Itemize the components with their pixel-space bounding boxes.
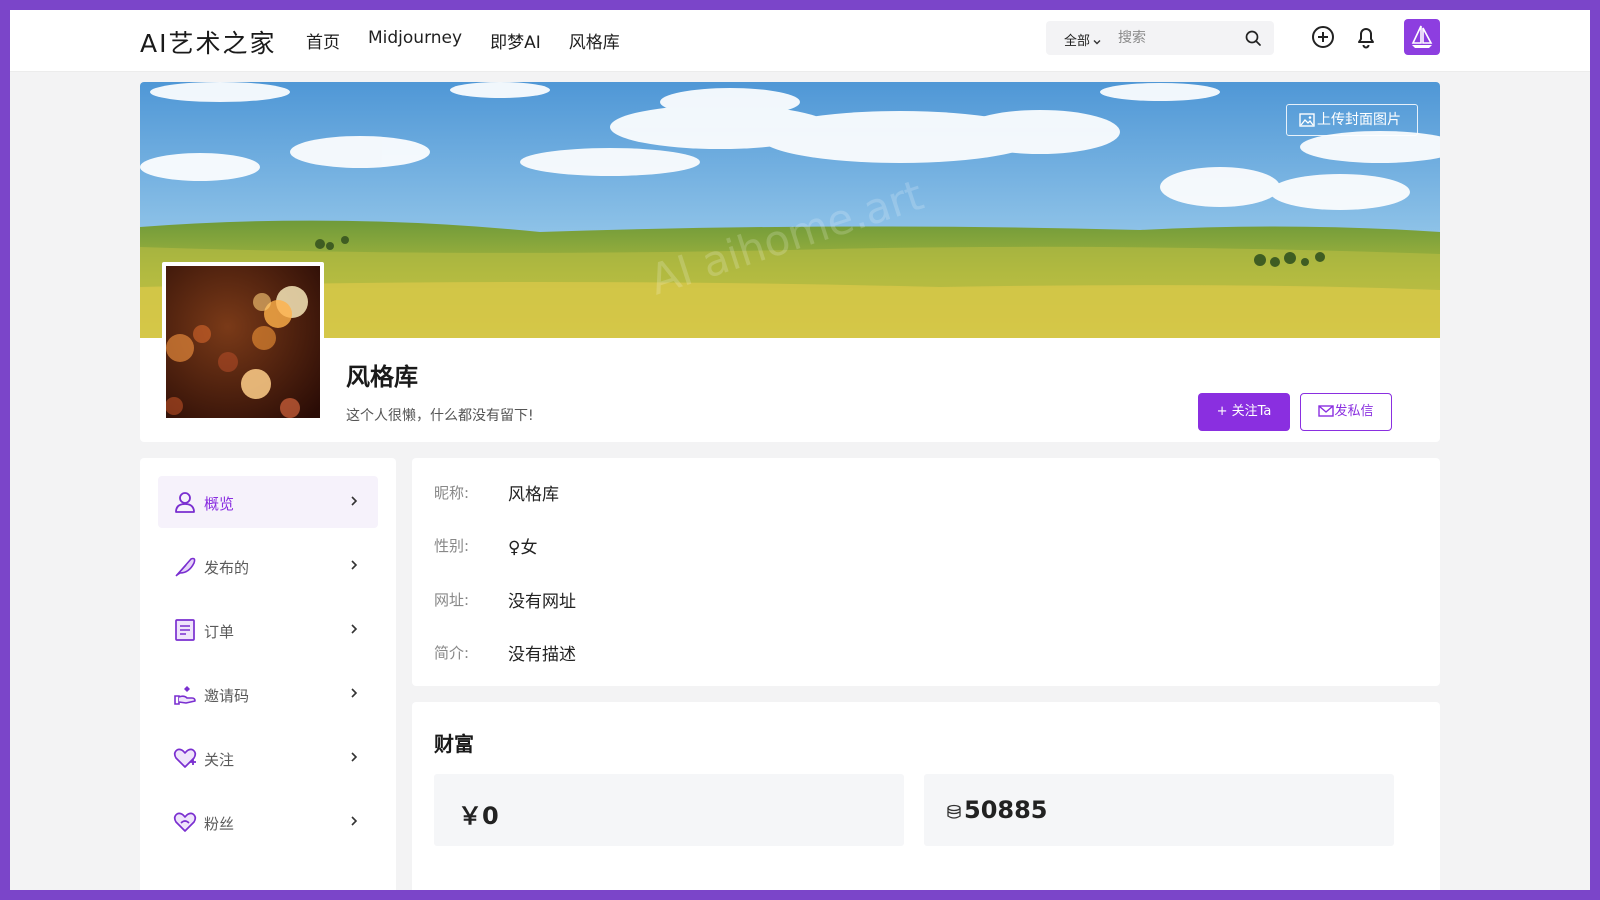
- upload-cover-button[interactable]: 上传封面图片: [1286, 104, 1418, 136]
- mail-icon: [1318, 405, 1335, 417]
- website-value: 没有网址: [508, 592, 576, 612]
- bell-icon[interactable]: [1353, 24, 1379, 54]
- chevron-right-icon: [351, 752, 358, 762]
- profile-avatar[interactable]: [162, 262, 324, 422]
- money-balance: ￥0: [458, 802, 499, 830]
- feather-icon: [175, 557, 196, 577]
- search-box: 全部: [1046, 21, 1274, 55]
- profile-card: AI aihome.art 上传封面图片 风格库 这个人很懒，什么都没有留下! …: [140, 82, 1440, 442]
- profile-bio: 这个人很懒，什么都没有留下!: [346, 408, 534, 424]
- chevron-down-icon: [1093, 39, 1101, 44]
- user-icon: [175, 492, 195, 513]
- website-label: 网址:: [434, 591, 470, 609]
- profile-sidebar: 概览 发布的 订单 邀请码 关注 粉丝: [140, 458, 396, 890]
- sidebar-item-label: 邀请码: [204, 687, 250, 705]
- sidebar-item-published[interactable]: 发布的: [158, 540, 378, 592]
- sidebar-item-overview[interactable]: 概览: [158, 476, 378, 528]
- order-icon: [175, 619, 195, 641]
- sidebar-item-label: 粉丝: [204, 815, 235, 833]
- avatar-image: [165, 266, 320, 418]
- add-icon[interactable]: [1310, 24, 1336, 54]
- send-message-button[interactable]: 发私信: [1300, 393, 1392, 431]
- nav-item-midjourney[interactable]: Midjourney: [368, 28, 462, 53]
- sidebar-item-label: 订单: [204, 623, 235, 641]
- wealth-panel: 财富 ￥0 50885: [412, 702, 1440, 890]
- profile-info-panel: 昵称: 风格库 性别: ♀女 网址: 没有网址 简介: 没有描述: [412, 458, 1440, 686]
- app-frame: AI艺术之家 首页 Midjourney 即梦AI 风格库 全部 搜索 AI a…: [10, 10, 1590, 890]
- heart-users-icon: [173, 812, 197, 832]
- nav-item-home[interactable]: 首页: [306, 28, 340, 53]
- top-bar: AI艺术之家 首页 Midjourney 即梦AI 风格库 全部: [10, 10, 1590, 72]
- follow-button[interactable]: + 关注Ta: [1198, 393, 1290, 431]
- cover-image: AI aihome.art: [140, 82, 1440, 338]
- coin-balance: 50885: [964, 796, 1048, 824]
- intro-label: 简介:: [434, 644, 470, 662]
- sidebar-item-invite-code[interactable]: 邀请码: [158, 668, 378, 720]
- chevron-right-icon: [351, 496, 358, 506]
- sidebar-item-label: 发布的: [204, 559, 250, 577]
- chevron-right-icon: [351, 688, 358, 698]
- nickname-value: 风格库: [508, 485, 559, 505]
- sailboat-logo-icon: [1411, 25, 1433, 48]
- coin-balance-card: 50885: [924, 774, 1394, 846]
- nickname-label: 昵称:: [434, 484, 470, 502]
- sidebar-item-orders[interactable]: 订单: [158, 604, 378, 656]
- main-nav: 首页 Midjourney 即梦AI 风格库: [306, 28, 620, 53]
- sidebar-item-fans[interactable]: 粉丝: [158, 796, 378, 848]
- nav-item-style-library[interactable]: 风格库: [569, 28, 620, 53]
- money-balance-card: ￥0: [434, 774, 904, 846]
- search-scope-select[interactable]: 全部: [1064, 30, 1102, 49]
- sidebar-item-label: 关注: [204, 751, 235, 769]
- gender-label: 性别:: [434, 537, 470, 555]
- search-input[interactable]: [1118, 27, 1236, 49]
- search-icon[interactable]: [1244, 29, 1262, 51]
- wealth-title: 财富: [434, 732, 474, 756]
- chevron-right-icon: [351, 560, 358, 570]
- user-avatar[interactable]: [1404, 19, 1440, 55]
- site-logo[interactable]: AI艺术之家: [140, 24, 276, 60]
- chevron-right-icon: [351, 816, 358, 826]
- gender-value: ♀女: [508, 538, 538, 558]
- sidebar-item-label: 概览: [204, 495, 235, 513]
- send-message-label: 发私信: [1334, 404, 1374, 419]
- invite-icon: [174, 686, 196, 705]
- nav-item-jimeng[interactable]: 即梦AI: [490, 28, 541, 53]
- heart-plus-icon: [173, 748, 197, 768]
- profile-name: 风格库: [346, 363, 418, 391]
- intro-value: 没有描述: [508, 645, 576, 665]
- search-scope-label: 全部: [1064, 34, 1091, 49]
- sidebar-item-following[interactable]: 关注: [158, 732, 378, 784]
- image-icon: [1299, 113, 1315, 127]
- upload-cover-label: 上传封面图片: [1317, 112, 1401, 128]
- coins-icon: [947, 804, 961, 819]
- chevron-right-icon: [351, 624, 358, 634]
